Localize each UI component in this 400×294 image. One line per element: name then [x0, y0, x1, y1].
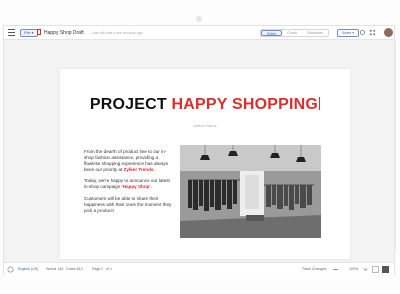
editor-window: File ▾ Happy Shop Draft Last edit was a …: [3, 25, 396, 275]
char-count: Chars 812: [66, 267, 83, 271]
page-number-input[interactable]: 1: [101, 267, 103, 272]
brand-name: Zylker Trends.: [123, 167, 155, 173]
slide-body-text[interactable]: From the dearth of product line to our i…: [84, 149, 172, 219]
page-label: Page: [92, 267, 101, 271]
top-toolbar: File ▾ Happy Shop Draft Last edit was a …: [4, 26, 394, 40]
view-mode-switch: Editor Check Slideshow: [260, 29, 330, 37]
tab-editor[interactable]: Editor: [261, 30, 283, 36]
grid-apps-icon[interactable]: [369, 29, 376, 36]
zoom-out-icon[interactable]: [332, 266, 339, 273]
word-count: Words 145: [46, 267, 64, 271]
zoom-level[interactable]: 100%: [349, 267, 358, 272]
campaign-name: 'Happy Shop'.: [121, 184, 152, 190]
document-icon: [37, 29, 41, 35]
clothing-store-photo[interactable]: [180, 145, 321, 238]
right-scrollbar[interactable]: [394, 41, 396, 251]
author-name[interactable]: Author Name: [60, 123, 350, 128]
top-dot: [196, 16, 202, 22]
zoom-dropdown-icon[interactable]: [362, 266, 369, 273]
user-avatar[interactable]: [384, 28, 393, 37]
file-menu-button[interactable]: File ▾: [20, 29, 38, 37]
paragraph-1: From the dearth of product line to our i…: [84, 149, 172, 173]
settings-icon[interactable]: [359, 29, 366, 36]
tab-check[interactable]: Check: [282, 30, 302, 36]
page-total: of 1: [106, 267, 112, 271]
title-red-part: HAPPY SHOPPING: [171, 96, 319, 113]
hamburger-menu-icon[interactable]: [8, 29, 15, 36]
text-cursor: [319, 97, 321, 110]
paragraph-2: Today, we're happy to announce our lates…: [84, 178, 172, 190]
single-page-view-icon[interactable]: [372, 266, 379, 273]
multi-page-view-icon[interactable]: [382, 266, 389, 273]
track-changes-toggle[interactable]: Track Changes: [302, 267, 326, 272]
paragraph-3: Customers will be able to share their ha…: [84, 195, 172, 213]
slide-canvas[interactable]: PROJECT HAPPY SHOPPING Author Name From …: [60, 69, 350, 259]
language-selector[interactable]: English (US): [18, 267, 38, 272]
title-black-part: PROJECT: [89, 96, 172, 113]
app-root: File ▾ Happy Shop Draft Last edit was a …: [0, 0, 400, 294]
status-bar: English (US) Words 145 Chars 812 Page 1 …: [4, 262, 394, 275]
outline-toggle-icon[interactable]: [7, 266, 14, 273]
last-edit-status: Last edit was a few seconds ago: [92, 31, 143, 35]
slide-title[interactable]: PROJECT HAPPY SHOPPING: [60, 95, 350, 115]
share-button[interactable]: Share ▾: [337, 29, 360, 37]
document-title[interactable]: Happy Shop Draft: [44, 29, 84, 37]
tab-slideshow[interactable]: Slideshow: [302, 30, 328, 36]
